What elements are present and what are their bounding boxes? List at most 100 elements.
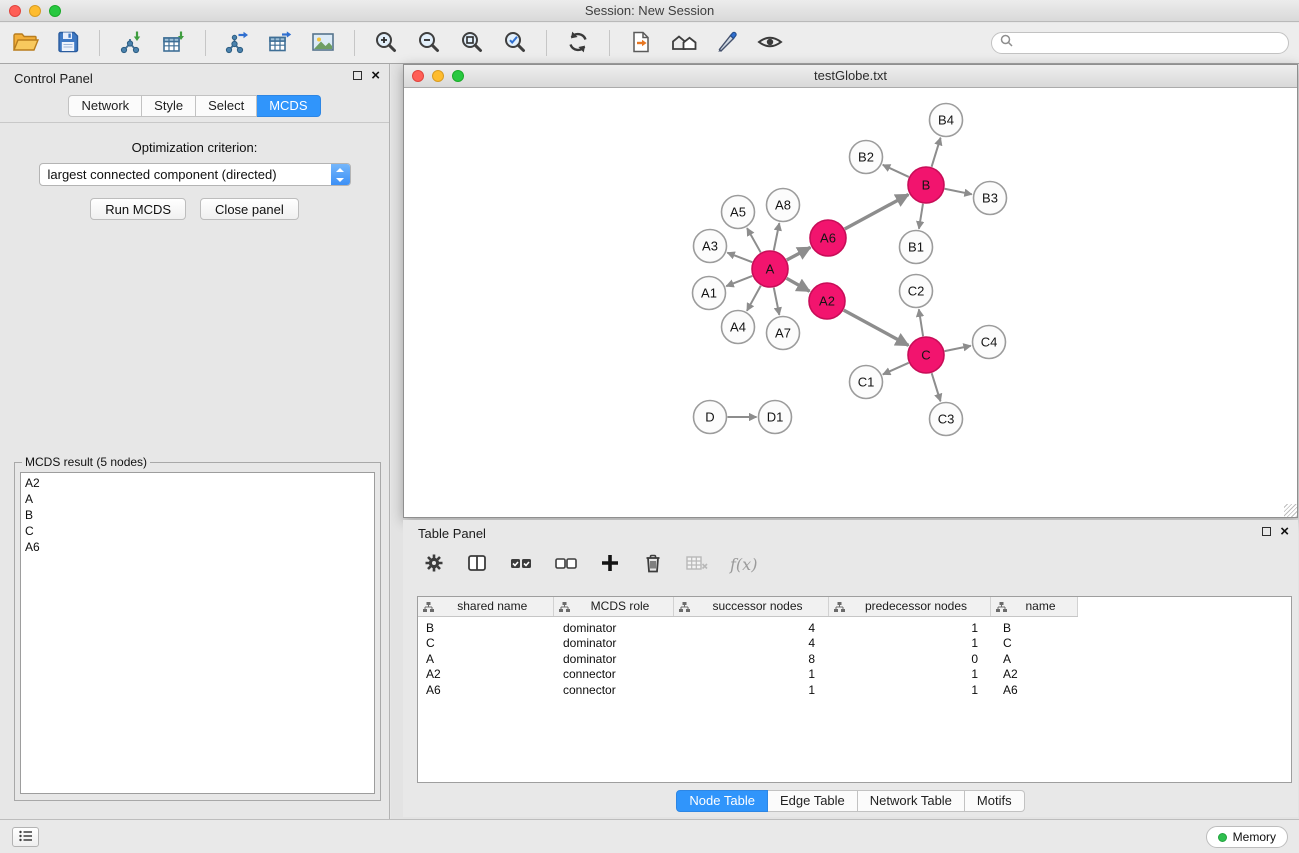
close-panel-icon[interactable]: × <box>371 70 380 81</box>
float-table-panel-icon[interactable] <box>1262 527 1271 536</box>
table-row[interactable]: Cdominator41C <box>418 636 1077 652</box>
home-button[interactable] <box>669 28 699 58</box>
zoom-out-button[interactable] <box>414 28 444 58</box>
mcds-result-item[interactable]: A2 <box>25 475 370 491</box>
resize-grip[interactable] <box>1284 504 1297 517</box>
table-cell[interactable]: 4 <box>673 616 828 636</box>
zoom-network-window-button[interactable] <box>452 70 464 82</box>
export-network-button[interactable] <box>222 28 252 58</box>
table-cell[interactable]: 8 <box>673 652 828 668</box>
style-pen-button[interactable] <box>712 28 742 58</box>
table-row[interactable]: A6connector11A6 <box>418 683 1077 699</box>
tab-node-table[interactable]: Node Table <box>676 790 768 812</box>
table-cell[interactable]: 1 <box>828 636 990 652</box>
graph-edge-B-B1[interactable] <box>919 204 923 229</box>
refresh-button[interactable] <box>563 28 593 58</box>
table-cell[interactable]: C <box>990 636 1077 652</box>
mcds-result-list[interactable]: A2ABCA6 <box>20 472 375 794</box>
graph-node-B3[interactable]: B3 <box>974 182 1007 215</box>
network-window-titlebar[interactable]: testGlobe.txt <box>404 65 1297 88</box>
graph-edge-A-A1[interactable] <box>726 276 752 286</box>
table-settings-button[interactable] <box>423 552 445 577</box>
function-builder-button[interactable]: f(x) <box>730 555 757 574</box>
tab-style[interactable]: Style <box>142 95 196 117</box>
table-cell[interactable]: 1 <box>673 683 828 699</box>
import-table-button[interactable] <box>159 28 189 58</box>
criterion-dropdown[interactable]: largest connected component (directed) <box>39 163 351 186</box>
table-cell[interactable]: A2 <box>990 667 1077 683</box>
graph-node-B[interactable]: B <box>908 167 944 203</box>
graph-node-A8[interactable]: A8 <box>767 189 800 222</box>
column-header-predecessor-nodes[interactable]: predecessor nodes <box>828 597 990 616</box>
tab-motifs[interactable]: Motifs <box>965 790 1025 812</box>
table-row[interactable]: A2connector11A2 <box>418 667 1077 683</box>
table-cell[interactable]: dominator <box>553 652 673 668</box>
graph-node-A6[interactable]: A6 <box>810 220 846 256</box>
table-cell[interactable]: 1 <box>673 667 828 683</box>
table-row[interactable]: Bdominator41B <box>418 616 1077 636</box>
delete-column-button[interactable] <box>642 552 664 577</box>
table-cell[interactable]: A2 <box>418 667 553 683</box>
graph-edge-B-B2[interactable] <box>883 165 909 177</box>
zoom-window-button[interactable] <box>49 5 61 17</box>
export-image-button[interactable] <box>308 28 338 58</box>
graph-edge-A-A5[interactable] <box>747 228 761 252</box>
graph-node-A2[interactable]: A2 <box>809 283 845 319</box>
graph-node-C2[interactable]: C2 <box>900 275 933 308</box>
graph-edge-A-A3[interactable] <box>727 253 752 263</box>
float-panel-icon[interactable] <box>353 71 362 80</box>
column-header-shared-name[interactable]: shared name <box>418 597 553 616</box>
tab-edge-table[interactable]: Edge Table <box>768 790 858 812</box>
delete-table-button[interactable] <box>685 552 709 577</box>
table-row[interactable]: Adominator80A <box>418 652 1077 668</box>
table-cell[interactable]: dominator <box>553 636 673 652</box>
show-columns-button[interactable] <box>466 552 488 577</box>
graph-node-C4[interactable]: C4 <box>973 326 1006 359</box>
graph-edge-A6-B[interactable] <box>845 195 909 229</box>
graph-node-B2[interactable]: B2 <box>850 141 883 174</box>
table-cell[interactable]: A6 <box>990 683 1077 699</box>
table-cell[interactable]: A <box>418 652 553 668</box>
memory-button[interactable]: Memory <box>1206 826 1288 848</box>
graph-edge-B-B4[interactable] <box>932 138 941 167</box>
open-session-document-button[interactable] <box>626 28 656 58</box>
graph-node-D[interactable]: D <box>694 401 727 434</box>
close-window-button[interactable] <box>9 5 21 17</box>
add-column-button[interactable] <box>599 552 621 577</box>
zoom-fit-button[interactable] <box>457 28 487 58</box>
save-session-button[interactable] <box>53 28 83 58</box>
zoom-in-button[interactable] <box>371 28 401 58</box>
graph-edge-A2-C[interactable] <box>844 310 909 345</box>
graph-edge-B-B3[interactable] <box>945 189 972 195</box>
tab-select[interactable]: Select <box>196 95 257 117</box>
graph-node-D1[interactable]: D1 <box>759 401 792 434</box>
column-header-MCDS-role[interactable]: MCDS role <box>553 597 673 616</box>
table-cell[interactable]: A6 <box>418 683 553 699</box>
table-cell[interactable]: 1 <box>828 667 990 683</box>
minimize-window-button[interactable] <box>29 5 41 17</box>
search-input[interactable] <box>1018 36 1280 50</box>
deselect-all-button[interactable] <box>554 552 578 577</box>
open-file-button[interactable] <box>10 28 40 58</box>
close-panel-button[interactable]: Close panel <box>200 198 299 220</box>
graph-edge-A-A7[interactable] <box>774 288 780 315</box>
network-graph[interactable]: AA1A2A3A4A5A6A7A8BB1B2B3B4CC1C2C3C4DD1 <box>404 88 1297 517</box>
table-cell[interactable]: C <box>418 636 553 652</box>
graph-edge-C-C4[interactable] <box>945 346 971 351</box>
select-all-button[interactable] <box>509 552 533 577</box>
graph-node-A7[interactable]: A7 <box>767 317 800 350</box>
graph-node-A3[interactable]: A3 <box>694 230 727 263</box>
graph-edge-A-A8[interactable] <box>774 223 780 250</box>
mcds-result-item[interactable]: B <box>25 507 370 523</box>
graph-node-A[interactable]: A <box>752 251 788 287</box>
tab-mcds[interactable]: MCDS <box>257 95 320 117</box>
tab-network-table[interactable]: Network Table <box>858 790 965 812</box>
run-mcds-button[interactable]: Run MCDS <box>90 198 186 220</box>
graph-edge-A-A6[interactable] <box>787 247 811 260</box>
graph-node-A4[interactable]: A4 <box>722 311 755 344</box>
graph-node-A5[interactable]: A5 <box>722 196 755 229</box>
task-history-button[interactable] <box>12 827 39 847</box>
graph-node-B4[interactable]: B4 <box>930 104 963 137</box>
column-header-name[interactable]: name <box>990 597 1077 616</box>
column-header-successor-nodes[interactable]: successor nodes <box>673 597 828 616</box>
